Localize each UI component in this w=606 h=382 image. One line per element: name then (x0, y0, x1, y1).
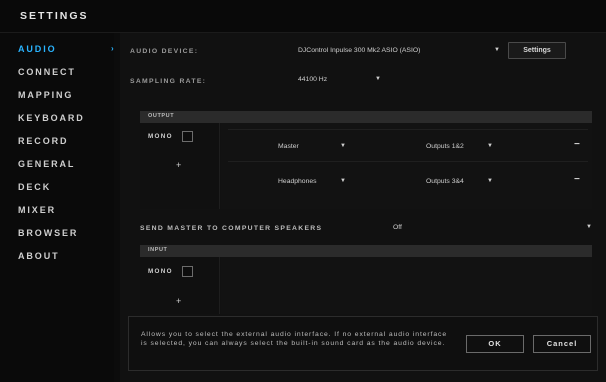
input-left-column: MONO + (140, 257, 220, 314)
sampling-rate-label: SAMPLING RATE: (130, 78, 207, 85)
chevron-down-icon: ▼ (494, 47, 500, 53)
sidebar-item-connect[interactable]: CONNECT (18, 62, 110, 82)
chevron-down-icon: ▼ (487, 178, 493, 184)
remove-output-button[interactable]: − (574, 139, 580, 150)
sidebar-item-label: MIXER (18, 205, 57, 215)
cancel-button[interactable]: Cancel (533, 335, 591, 353)
sidebar-item-label: RECORD (18, 136, 69, 146)
row-divider (228, 129, 588, 130)
output-route-dropdown[interactable]: Outputs 3&4 ▼ (426, 176, 498, 188)
dialog-footer: Allows you to select the external audio … (128, 316, 598, 371)
audio-device-value: DJControl Inpulse 300 Mk2 ASIO (ASIO) (298, 47, 421, 54)
sidebar-item-general[interactable]: GENERAL (18, 154, 110, 174)
active-arrow-icon: › (111, 44, 116, 53)
device-settings-button[interactable]: Settings (508, 42, 566, 59)
sidebar-item-label: GENERAL (18, 159, 76, 169)
sidebar-item-keyboard[interactable]: KEYBOARD (18, 108, 110, 128)
remove-output-button[interactable]: − (574, 174, 580, 185)
input-routing-list (221, 257, 592, 314)
output-route-value: Outputs 1&2 (426, 143, 464, 150)
output-mono-checkbox[interactable] (182, 131, 193, 142)
send-master-label: SEND MASTER TO COMPUTER SPEAKERS (140, 225, 323, 232)
sidebar-item-label: KEYBOARD (18, 113, 85, 123)
output-routing-list (221, 123, 592, 209)
add-input-button[interactable]: + (176, 296, 181, 306)
sidebar-item-record[interactable]: RECORD (18, 131, 110, 151)
sampling-rate-dropdown[interactable]: 44100 Hz ▼ (298, 73, 388, 88)
input-section-header: INPUT (140, 245, 592, 257)
audio-settings-panel: AUDIO DEVICE: DJControl Inpulse 300 Mk2 … (120, 33, 606, 382)
audio-device-dropdown[interactable]: DJControl Inpulse 300 Mk2 ASIO (ASIO) ▼ (298, 42, 500, 59)
output-left-column: MONO + (140, 123, 220, 209)
output-channel-value: Headphones (278, 178, 317, 185)
add-output-button[interactable]: + (176, 160, 181, 170)
sidebar-item-deck[interactable]: DECK (18, 177, 110, 197)
window-title: SETTINGS (20, 10, 89, 22)
help-description: Allows you to select the external audio … (141, 331, 448, 347)
sidebar-item-label: MAPPING (18, 90, 74, 100)
row-divider (228, 161, 588, 162)
input-mono-checkbox[interactable] (182, 266, 193, 277)
sidebar-item-about[interactable]: ABOUT (18, 246, 110, 266)
output-header-label: OUTPUT (148, 113, 175, 119)
chevron-down-icon: ▼ (586, 224, 592, 230)
output-route-value: Outputs 3&4 (426, 178, 464, 185)
sidebar-item-label: CONNECT (18, 67, 76, 77)
output-section-header: OUTPUT (140, 111, 592, 123)
sidebar-item-label: BROWSER (18, 228, 79, 238)
sampling-rate-value: 44100 Hz (298, 76, 328, 83)
chevron-down-icon: ▼ (375, 76, 381, 82)
input-mono-label: MONO (148, 268, 173, 275)
output-mono-label: MONO (148, 133, 173, 140)
sidebar-item-mapping[interactable]: MAPPING (18, 85, 110, 105)
sidebar-item-label: AUDIO (18, 44, 57, 54)
audio-device-label: AUDIO DEVICE: (130, 48, 199, 55)
chevron-down-icon: ▼ (340, 143, 346, 149)
output-route-dropdown[interactable]: Outputs 1&2 ▼ (426, 141, 498, 153)
output-channel-value: Master (278, 143, 299, 150)
sidebar-item-label: DECK (18, 182, 52, 192)
ok-button[interactable]: OK (466, 335, 524, 353)
chevron-down-icon: ▼ (340, 178, 346, 184)
send-master-dropdown[interactable]: Off ▼ (388, 219, 596, 235)
sidebar-item-browser[interactable]: BROWSER (18, 223, 110, 243)
chevron-down-icon: ▼ (487, 143, 493, 149)
output-channel-dropdown[interactable]: Master ▼ (278, 141, 350, 153)
settings-sidebar: AUDIO › CONNECT MAPPING KEYBOARD RECORD … (0, 33, 114, 382)
sidebar-item-mixer[interactable]: MIXER (18, 200, 110, 220)
sidebar-item-label: ABOUT (18, 251, 60, 261)
output-channel-dropdown[interactable]: Headphones ▼ (278, 176, 350, 188)
sidebar-item-audio[interactable]: AUDIO › (18, 39, 114, 59)
send-master-value: Off (393, 224, 402, 231)
input-header-label: INPUT (148, 247, 168, 253)
title-bar: SETTINGS (0, 0, 606, 33)
